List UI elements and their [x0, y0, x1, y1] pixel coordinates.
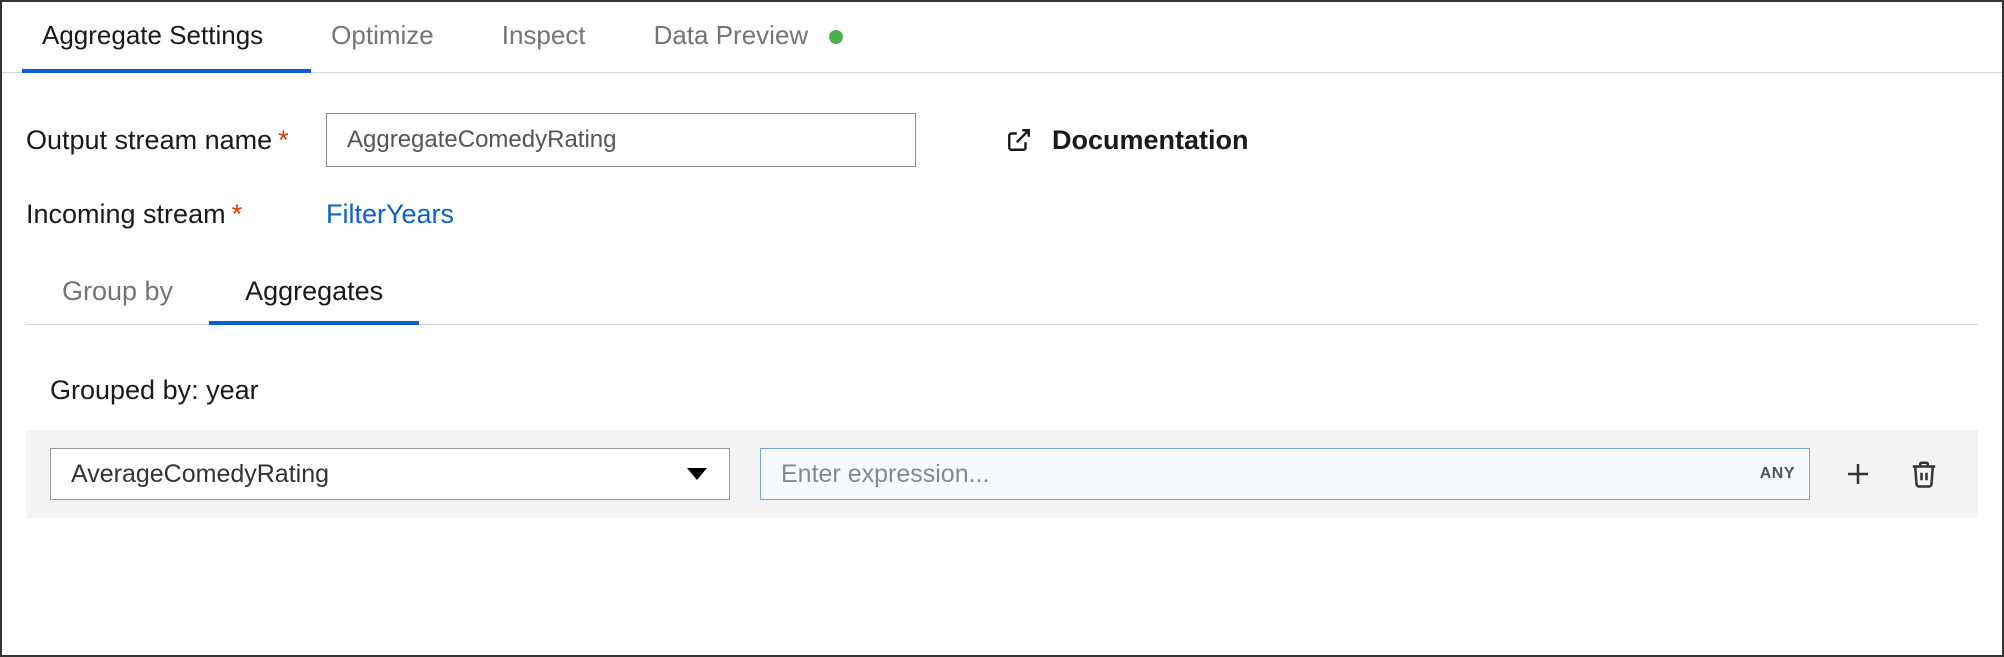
output-stream-row: Output stream name* Documentation: [26, 113, 1978, 167]
add-button[interactable]: [1840, 456, 1876, 492]
open-external-icon: [1006, 127, 1032, 153]
plus-icon: [1843, 459, 1873, 489]
aggregate-row: AverageComedyRating Enter expression... …: [26, 430, 1978, 518]
main-tabs: Aggregate Settings Optimize Inspect Data…: [2, 2, 2002, 73]
required-asterisk: *: [278, 125, 289, 155]
tab-inspect[interactable]: Inspect: [482, 2, 634, 73]
column-select[interactable]: AverageComedyRating: [50, 448, 730, 500]
sub-tabs: Group by Aggregates: [26, 262, 1978, 325]
required-asterisk: *: [232, 199, 243, 229]
documentation-label: Documentation: [1052, 125, 1249, 156]
type-badge: ANY: [1760, 465, 1795, 483]
settings-content: Output stream name* Documentation Incomi…: [2, 73, 2002, 542]
subtab-aggregates[interactable]: Aggregates: [209, 262, 419, 325]
chevron-down-icon: [687, 468, 707, 480]
output-stream-input[interactable]: [326, 113, 916, 167]
column-select-value: AverageComedyRating: [71, 460, 329, 489]
incoming-stream-link[interactable]: FilterYears: [326, 199, 454, 230]
expression-input[interactable]: Enter expression... ANY: [760, 448, 1810, 500]
subtab-group-by[interactable]: Group by: [26, 262, 209, 325]
trash-icon: [1909, 459, 1939, 489]
expression-placeholder: Enter expression...: [781, 460, 989, 489]
tab-data-preview[interactable]: Data Preview: [634, 2, 892, 73]
documentation-link[interactable]: Documentation: [1006, 125, 1249, 156]
tab-data-preview-label: Data Preview: [654, 20, 809, 50]
tab-aggregate-settings[interactable]: Aggregate Settings: [22, 2, 311, 73]
incoming-stream-label: Incoming stream*: [26, 199, 326, 230]
output-stream-label: Output stream name*: [26, 125, 326, 156]
status-dot-icon: [829, 30, 843, 44]
grouped-by-label: Grouped by: year: [50, 375, 1978, 406]
tab-optimize[interactable]: Optimize: [311, 2, 482, 73]
delete-button[interactable]: [1906, 456, 1942, 492]
incoming-stream-row: Incoming stream* FilterYears: [26, 199, 1978, 230]
